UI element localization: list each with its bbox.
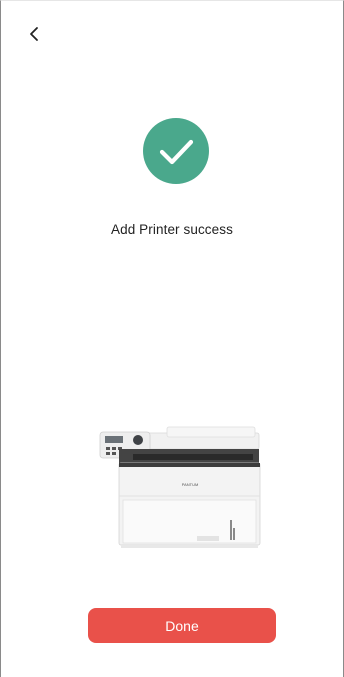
back-button[interactable] — [23, 23, 45, 45]
printer-illustration: PANTUM — [99, 426, 261, 548]
printer-brand-label: PANTUM — [182, 482, 199, 487]
chevron-left-icon — [30, 27, 38, 41]
success-message: Add Printer success — [111, 222, 233, 237]
done-button[interactable]: Done — [88, 608, 276, 643]
check-circle-icon — [143, 118, 209, 184]
add-printer-success-screen: Add Printer success PANTUM Done — [0, 0, 344, 677]
